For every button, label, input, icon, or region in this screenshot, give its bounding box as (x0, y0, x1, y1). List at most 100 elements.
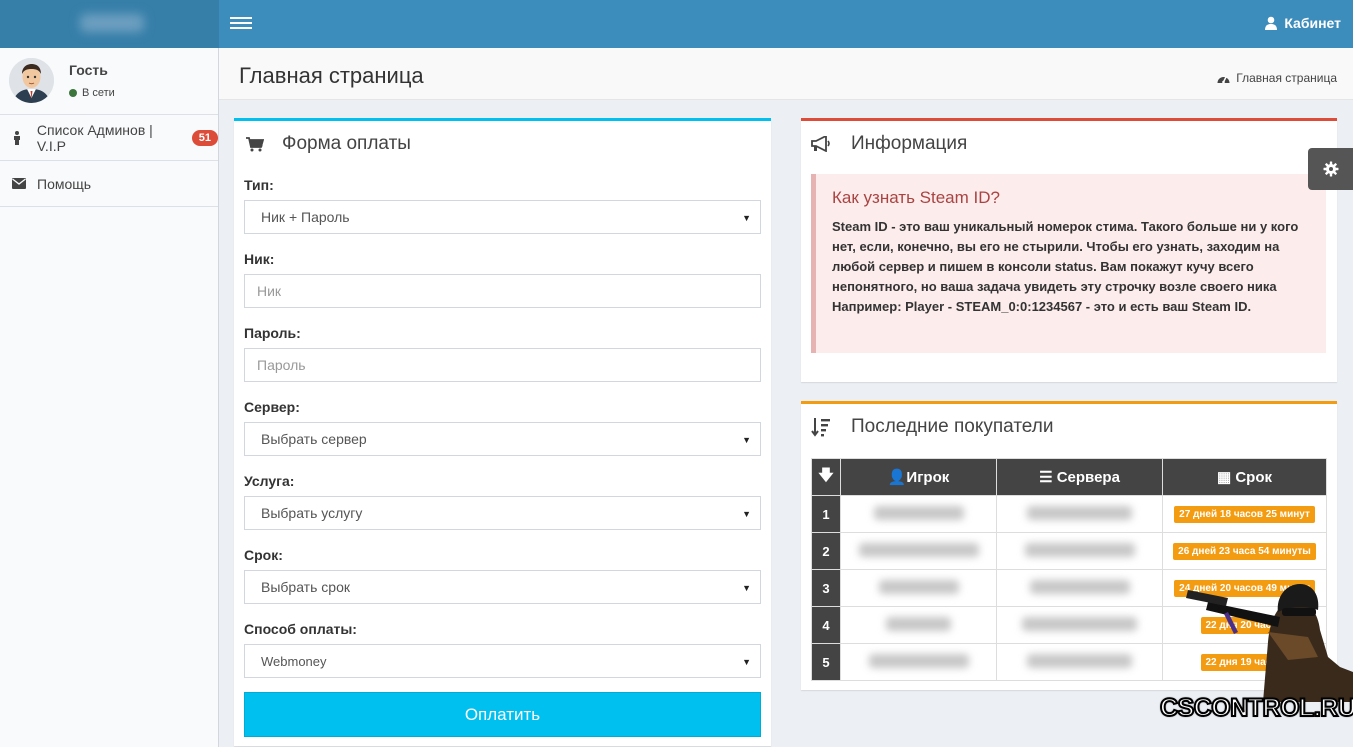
person-icon (12, 130, 32, 145)
arrow-down-icon: 🡇 (818, 466, 834, 484)
service-select-value: Выбрать услугу (261, 505, 363, 521)
cabinet-link[interactable]: Кабинет (1264, 15, 1341, 31)
server-select[interactable]: Выбрать сервер ▼ (244, 422, 761, 456)
online-status-icon (69, 89, 77, 97)
term-select-value: Выбрать срок (261, 579, 350, 595)
server-cell-blurred (996, 606, 1163, 644)
server-cell-blurred (996, 643, 1163, 681)
dashboard-icon (1217, 76, 1230, 83)
dropdown-arrow-icon: ▼ (742, 435, 751, 445)
breadcrumb-label: Главная страница (1236, 71, 1337, 85)
player-cell-blurred (840, 532, 997, 570)
nick-label: Ник: (244, 251, 275, 267)
user-panel: Гость В сети (0, 48, 218, 115)
service-label: Услуга: (244, 473, 295, 489)
pay-button[interactable]: Оплатить (244, 692, 761, 737)
sidebar: Гость В сети Список Админов | V.I.P 51 П… (0, 48, 219, 747)
player-cell-blurred (840, 495, 997, 533)
bullhorn-icon (811, 136, 830, 152)
server-cell-blurred (996, 532, 1163, 570)
calendar-icon: ▦ (1216, 469, 1236, 486)
server-list-icon: ☰ (1039, 469, 1057, 486)
row-number: 4 (811, 606, 841, 644)
service-select[interactable]: Выбрать услугу ▼ (244, 496, 761, 530)
nick-input-placeholder: Ник (257, 283, 282, 299)
player-cell-blurred (840, 643, 997, 681)
user-icon (1265, 16, 1278, 30)
payment-form-box: Форма оплаты Тип: Ник + Пароль ▼ Ник: Ни… (234, 118, 771, 746)
server-cell-blurred (996, 495, 1163, 533)
type-label: Тип: (244, 177, 274, 193)
watermark-text: CSCONTROL.RU (1159, 693, 1353, 723)
page-title: Главная страница (239, 63, 424, 88)
info-box: Информация Как узнать Steam ID? Steam ID… (801, 118, 1337, 382)
payment-form-title: Форма оплаты (246, 133, 411, 155)
type-select[interactable]: Ник + Пароль ▼ (244, 200, 761, 234)
sidebar-item-admins[interactable]: Список Админов | V.I.P 51 (0, 115, 218, 161)
dropdown-arrow-icon: ▼ (742, 583, 751, 593)
row-number: 1 (811, 495, 841, 533)
cabinet-label: Кабинет (1284, 15, 1341, 31)
column-header-label: Сервера (1056, 469, 1120, 486)
user-status-label: В сети (82, 87, 115, 99)
info-title: Информация (811, 133, 967, 155)
dropdown-arrow-icon: ▼ (742, 213, 751, 223)
column-header-label: Игрок (906, 469, 950, 486)
player-cell-blurred (840, 569, 997, 607)
table-row: 2 26 дней 23 часа 54 минуты (811, 532, 1327, 570)
nick-input[interactable]: Ник (244, 274, 761, 308)
column-header-term[interactable]: ▦ Срок (1162, 458, 1327, 496)
term-select[interactable]: Выбрать срок ▼ (244, 570, 761, 604)
logo[interactable] (0, 0, 219, 48)
sidebar-item-label: Список Админов | V.I.P (36, 121, 153, 154)
payment-method-select[interactable]: Webmoney ▼ (244, 644, 761, 678)
buyers-title-text: Последние покупатели (851, 416, 1054, 437)
column-header-player[interactable]: 👤Игрок (840, 458, 997, 496)
sidebar-item-help[interactable]: Помощь (0, 161, 218, 207)
sort-column-header[interactable]: 🡇 (811, 458, 841, 496)
sidebar-item-label: Помощь (37, 175, 92, 192)
payment-method-label: Способ оплаты: (244, 621, 357, 637)
term-cell: 26 дней 23 часа 54 минуты (1162, 532, 1327, 570)
avatar (9, 58, 54, 103)
type-select-value: Ник + Пароль (261, 209, 350, 225)
steam-id-callout: Как узнать Steam ID? Steam ID - это ваш … (811, 174, 1326, 353)
top-navbar: Кабинет (219, 0, 1353, 48)
column-header-label: Срок (1235, 469, 1272, 486)
buyers-title: Последние покупатели (811, 416, 1053, 438)
password-input-placeholder: Пароль (257, 357, 306, 373)
info-title-text: Информация (851, 133, 968, 154)
row-number: 3 (811, 569, 841, 607)
term-badge: 27 дней 18 часов 25 минут (1174, 506, 1315, 523)
content-header: Главная страница Главная страница (219, 48, 1353, 100)
menu-toggle-icon[interactable] (230, 14, 252, 32)
password-label: Пароль: (244, 325, 301, 341)
table-row: 1 27 дней 18 часов 25 минут (811, 495, 1327, 533)
dropdown-arrow-icon: ▼ (742, 657, 751, 667)
admins-count-badge: 51 (191, 129, 218, 146)
player-cell-blurred (840, 606, 997, 644)
row-number: 5 (811, 643, 841, 681)
settings-gear-button[interactable] (1308, 148, 1353, 190)
envelope-icon (12, 178, 32, 189)
callout-text: Steam ID - это ваш уникальный номерок ст… (832, 219, 1299, 314)
password-input[interactable]: Пароль (244, 348, 761, 382)
user-name: Гость (69, 62, 108, 78)
cart-icon (246, 136, 264, 151)
row-number: 2 (811, 532, 841, 570)
server-cell-blurred (996, 569, 1163, 607)
term-cell: 27 дней 18 часов 25 минут (1162, 495, 1327, 533)
sort-amount-icon (811, 418, 830, 437)
server-select-value: Выбрать сервер (261, 431, 367, 447)
payment-method-value: Webmoney (261, 653, 327, 669)
term-badge: 26 дней 23 часа 54 минуты (1173, 543, 1316, 560)
gear-icon (1323, 161, 1338, 177)
breadcrumb[interactable]: Главная страница (1217, 71, 1337, 85)
dropdown-arrow-icon: ▼ (742, 509, 751, 519)
user-status: В сети (69, 87, 115, 99)
callout-title: Как узнать Steam ID? (832, 188, 1000, 207)
payment-form-title-text: Форма оплаты (282, 133, 411, 154)
table-header-row: 🡇 👤Игрок ☰ Сервера ▦ Срок (811, 458, 1327, 496)
column-header-servers[interactable]: ☰ Сервера (996, 458, 1163, 496)
term-label: Срок: (244, 547, 283, 563)
